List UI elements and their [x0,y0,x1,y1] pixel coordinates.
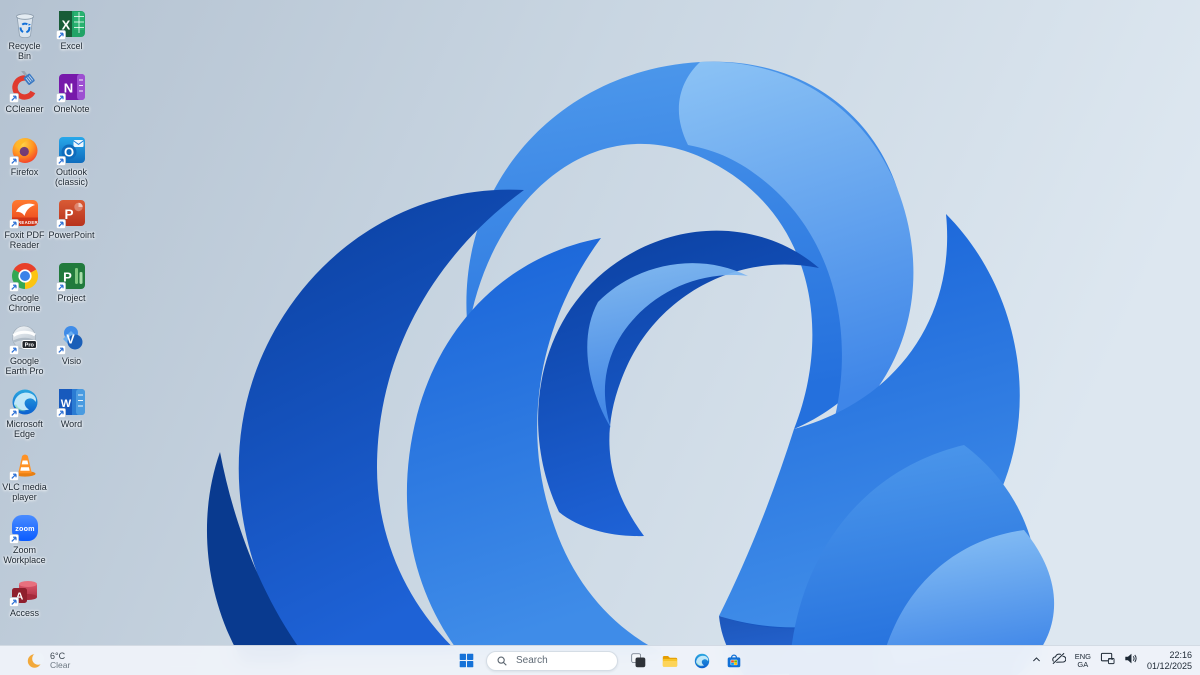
microsoft-edge-icon [8,389,37,418]
clock-date: 01/12/2025 [1146,660,1192,671]
desktop-icons-column-2: X Excel N OneNote O Outlook (classic) P … [48,6,95,447]
desktop-icon-powerpoint[interactable]: P PowerPoint [48,195,95,258]
desktop-icon-excel[interactable]: X Excel [48,6,95,69]
desktop-icon-label: Access [9,608,39,618]
wallpaper-bloom [0,0,1200,675]
chevron-up-icon [1032,656,1040,661]
desktop-icon-label: Project [57,293,86,303]
excel-icon: X [55,11,85,40]
desktop-icon-label: Outlook (classic) [55,167,88,187]
svg-text:N: N [63,81,72,96]
desktop-icon-outlook-classic[interactable]: O Outlook (classic) [48,132,95,195]
svg-text:zoom: zoom [15,524,35,533]
microsoft-store-icon [727,654,741,667]
windows-desktop: { "colors": { "taskbar_bg": "#eef3f9", "… [0,0,1200,675]
weather-condition: Clear [50,660,71,670]
file-explorer-icon [662,655,678,667]
desktop-icon-vlc-media-player[interactable]: VLC media player [1,447,48,510]
desktop-icon-firefox[interactable]: Firefox [1,132,48,195]
taskbar: 6°C Clear Search ENG GA 22:16 01/12/2025 [0,645,1200,675]
access-icon: A [8,581,37,607]
system-tray: ENG GA 22:16 01/12/2025 [1031,646,1192,675]
visio-icon: V [55,326,82,355]
svg-text:Pro: Pro [24,343,34,349]
network-tray-button[interactable] [1100,651,1115,670]
outlook-classic-icon: O [55,137,85,166]
onedrive-tray-button[interactable] [1051,651,1067,670]
ccleaner-icon [8,71,37,103]
start-button[interactable] [454,649,478,673]
recycle-bin-icon [15,13,34,39]
desktop-icon-zoom-workplace[interactable]: zoom Zoom Workplace [1,510,48,573]
desktop-icon-visio[interactable]: V Visio [48,321,95,384]
onedrive-not-signed-in-icon [1051,651,1067,665]
language-line2: GA [1077,659,1089,669]
desktop-background[interactable] [0,0,1200,675]
desktop-icon-project[interactable]: P Project [48,258,95,321]
tray-overflow-button[interactable] [1031,652,1042,670]
desktop-icon-word[interactable]: W Word [48,384,95,447]
taskbar-center [454,646,746,675]
foxit-pdf-reader-icon: READER [8,200,39,229]
google-chrome-icon [8,262,38,292]
volume-tray-button[interactable] [1124,652,1138,670]
onenote-icon: N [55,74,85,103]
zoom-workplace-icon: zoom [8,515,38,544]
language-indicator[interactable]: ENG GA [1075,652,1091,669]
vlc-media-player-icon [8,454,35,481]
taskbar-search[interactable] [486,650,618,671]
desktop-icons-column-1: Recycle Bin CCleaner Firefox READER Foxi… [1,6,48,636]
edge-icon [694,653,710,668]
google-earth-pro-icon: Pro [8,325,37,355]
task-view-icon [630,653,645,668]
svg-text:V: V [66,333,75,347]
desktop-icon-label: Foxit PDF Reader [4,230,45,250]
firefox-icon [8,138,37,166]
edge-taskbar-button[interactable] [690,649,714,673]
desktop-icon-label: Excel [60,41,83,51]
svg-text:READER: READER [18,220,39,225]
desktop-icon-label: Firefox [10,167,39,177]
desktop-icon-label: PowerPoint [48,230,95,240]
desktop-icon-label: Visio [61,356,82,366]
desktop-icon-google-chrome[interactable]: Google Chrome [1,258,48,321]
task-view-button[interactable] [626,649,650,673]
desktop-icon-label: Zoom Workplace [3,545,46,565]
powerpoint-icon: P [55,200,85,229]
windows-logo-icon [459,653,473,668]
desktop-icon-onenote[interactable]: N OneNote [48,69,95,132]
file-explorer-button[interactable] [658,649,682,673]
desktop-icon-ccleaner[interactable]: CCleaner [1,69,48,132]
weather-widget[interactable]: 6°C Clear [20,646,76,675]
microsoft-store-button[interactable] [722,649,746,673]
desktop-icon-foxit-pdf-reader[interactable]: READER Foxit PDF Reader [1,195,48,258]
desktop-icon-label: Recycle Bin [8,41,41,61]
desktop-icon-microsoft-edge[interactable]: Microsoft Edge [1,384,48,447]
weather-text: 6°C Clear [50,651,70,670]
speaker-icon [1125,653,1137,663]
desktop-icon-google-earth-pro[interactable]: Pro Google Earth Pro [1,321,48,384]
desktop-icon-recycle-bin[interactable]: Recycle Bin [1,6,48,69]
desktop-icon-label: CCleaner [5,104,44,114]
svg-text:P: P [64,207,73,222]
desktop-icon-label: Microsoft Edge [6,419,43,439]
desktop-icon-label: Google Chrome [8,293,41,313]
desktop-icon-label: Word [60,419,83,429]
desktop-icon-access[interactable]: A Access [1,573,48,636]
clock[interactable]: 22:16 01/12/2025 [1147,650,1192,671]
taskbar-search-input[interactable] [514,654,608,667]
moon-clear-icon [27,652,44,668]
desktop-icon-label: VLC media player [2,482,47,502]
clock-time: 22:16 [1169,650,1192,660]
project-icon: P [55,263,85,292]
ethernet-network-icon [1100,652,1115,665]
desktop-icon-label: OneNote [53,104,90,114]
desktop-icon-label: Google Earth Pro [5,356,44,376]
search-icon [497,656,507,666]
word-icon: W [55,389,85,418]
